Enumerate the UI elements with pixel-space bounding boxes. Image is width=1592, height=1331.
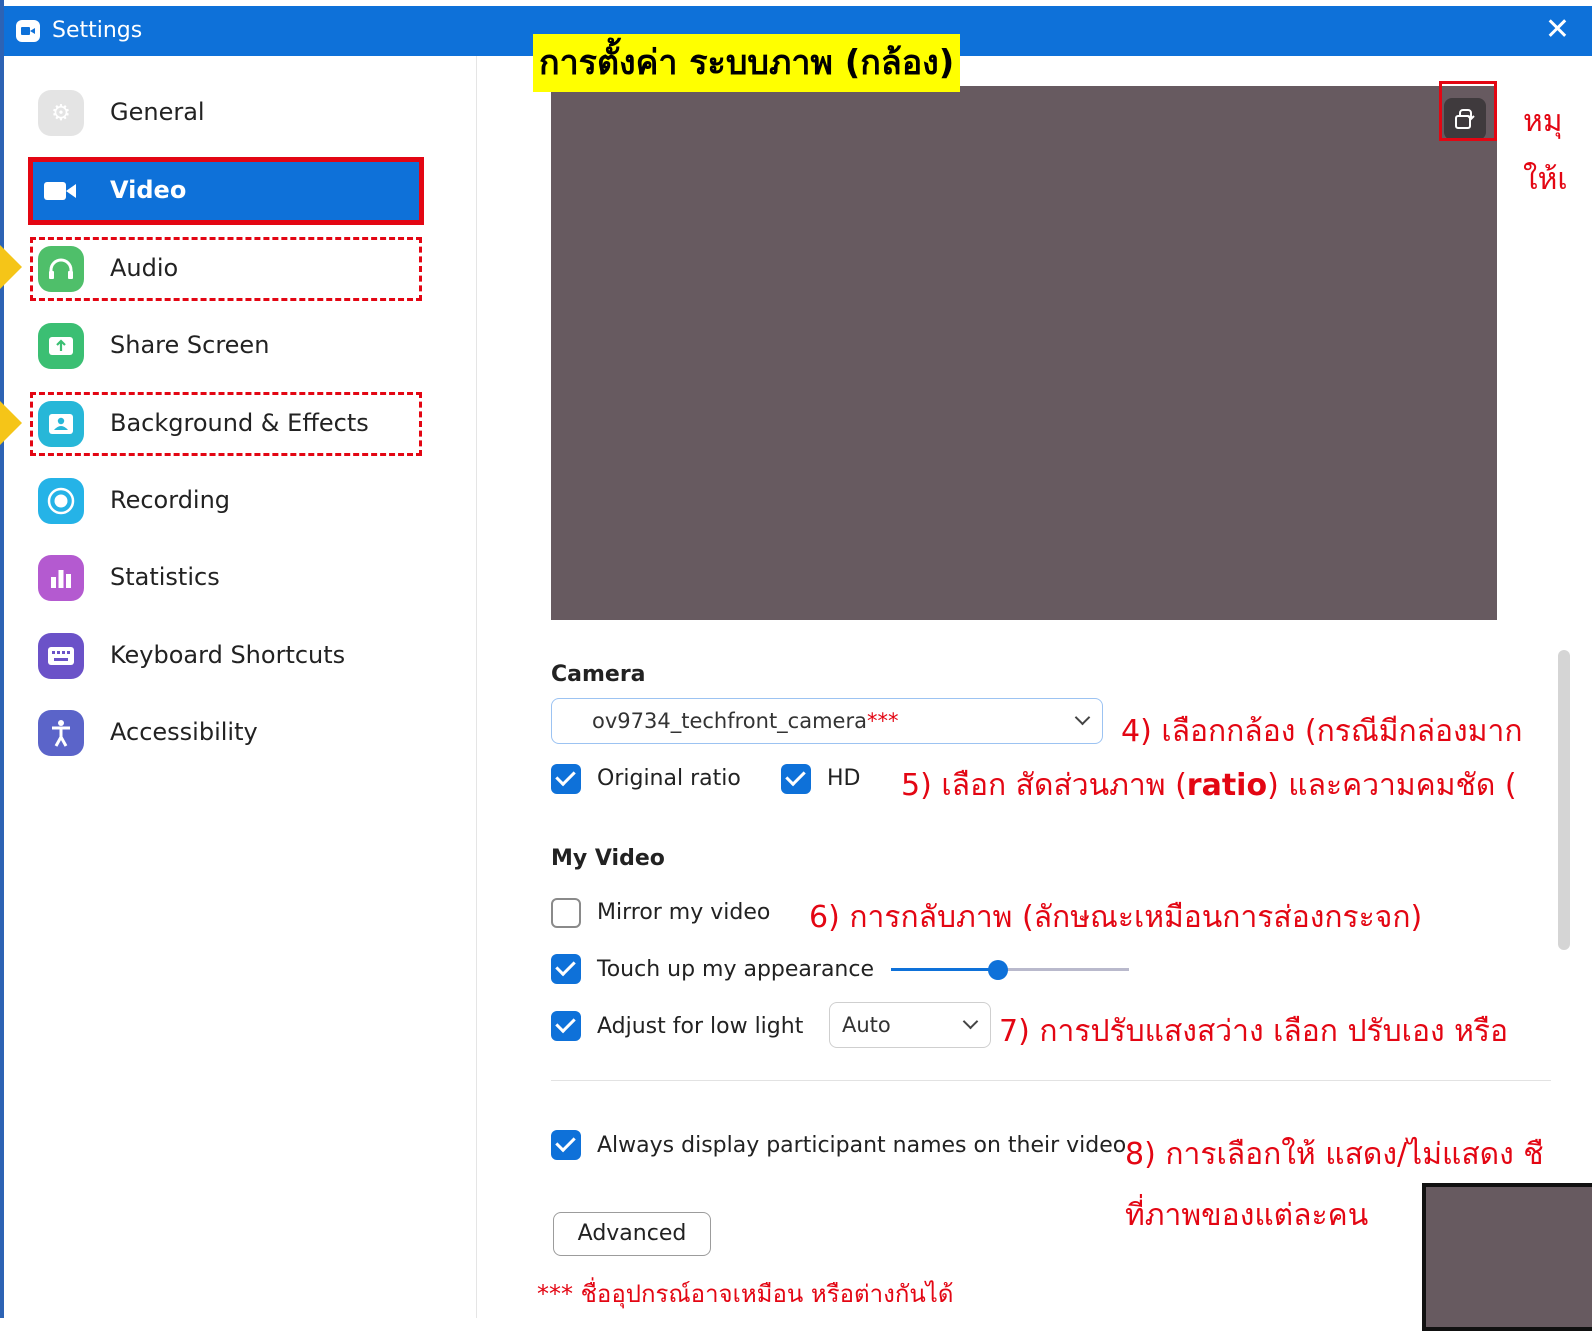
rotate-highlight-box xyxy=(1439,81,1497,141)
note-mirror: 6) การกลับภาพ (ลักษณะเหมือนการส่องกระจก) xyxy=(809,900,1423,935)
share-screen-icon xyxy=(38,323,84,369)
note-ratio-word: ratio xyxy=(1186,768,1268,803)
background-dashed-box xyxy=(30,392,422,456)
record-icon xyxy=(38,478,84,524)
accessibility-icon xyxy=(38,710,84,756)
page-heading: การตั้งค่า ระบบภาพ (กล้อง) xyxy=(533,34,961,92)
camera-select-value: ov9734_techfront_camera xyxy=(592,709,867,733)
sidebar-item-label: Accessibility xyxy=(110,718,258,746)
low-light-checkbox[interactable] xyxy=(551,1011,581,1041)
note-low-light: 7) การปรับแสงสว่าง เลือก ปรับเอง หรือ xyxy=(999,1014,1509,1049)
mirror-checkbox[interactable] xyxy=(551,898,581,928)
slider-knob[interactable] xyxy=(988,960,1008,980)
sidebar-item-label: Recording xyxy=(110,486,231,514)
note-display-names: 8) การเลือกให้ แสดง/ไม่แสดง ชื xyxy=(1125,1137,1544,1172)
audio-dashed-box xyxy=(30,237,422,301)
touch-up-slider[interactable] xyxy=(891,960,1129,980)
always-display-names-label: Always display participant names on thei… xyxy=(597,1133,1127,1158)
hd-label: HD xyxy=(827,766,861,791)
sidebar-item-label: Statistics xyxy=(110,563,220,591)
sidebar-item-keyboard-shortcuts[interactable]: Keyboard Shortcuts xyxy=(28,623,424,689)
sidebar-item-recording[interactable]: Recording xyxy=(28,468,424,534)
sidebar-item-accessibility[interactable]: Accessibility xyxy=(28,700,424,766)
video-settings-panel: การตั้งค่า ระบบภาพ (กล้อง) Camera ov9734… xyxy=(477,34,1592,1331)
advanced-button[interactable]: Advanced xyxy=(553,1212,711,1256)
low-light-mode-value: Auto xyxy=(842,1013,891,1037)
arrow-marker-icon xyxy=(0,245,22,289)
close-icon[interactable]: ✕ xyxy=(1545,12,1570,48)
note-select-camera: 4) เลือกกล้อง (กรณีมีกล่องมาก xyxy=(1121,714,1523,749)
settings-window: Settings ✕ ⚙ General Video Audio Share S… xyxy=(0,0,1592,1331)
always-display-names-checkbox[interactable] xyxy=(551,1130,581,1160)
mirror-label: Mirror my video xyxy=(597,900,771,925)
divider xyxy=(551,1080,1551,1081)
camera-preview xyxy=(551,86,1497,620)
note-ratio-hd: 5) เลือก สัดส่วนภาพ (ratio) และความคมชัด… xyxy=(901,762,1517,809)
note-footnote: *** ชื่ออุปกรณ์อาจเหมือน หรือต่างกันได้ xyxy=(537,1280,954,1308)
chevron-down-icon xyxy=(962,1013,979,1030)
camera-section-title: Camera xyxy=(551,662,646,687)
camera-stars: *** xyxy=(867,709,899,733)
sidebar-item-label: General xyxy=(110,98,205,126)
bar-chart-icon xyxy=(38,555,84,601)
original-ratio-label: Original ratio xyxy=(597,766,741,791)
low-light-label: Adjust for low light xyxy=(597,1014,804,1039)
note-ratio-part1: 5) เลือก สัดส่วนภาพ ( xyxy=(901,768,1187,803)
sidebar-item-statistics[interactable]: Statistics xyxy=(28,545,424,611)
chevron-down-icon xyxy=(1074,709,1091,726)
participant-thumbnail xyxy=(1422,1183,1592,1331)
low-light-mode-select[interactable]: Auto xyxy=(829,1002,991,1048)
slider-fill xyxy=(891,968,998,971)
original-ratio-checkbox[interactable] xyxy=(551,764,581,794)
arrow-marker-icon xyxy=(0,401,22,445)
note-ratio-part2: ) และความคมชัด ( xyxy=(1267,768,1517,803)
zoom-logo-icon xyxy=(16,20,40,42)
note-display-names-line2: ที่ภาพของแต่ละคน xyxy=(1125,1198,1369,1233)
note-rotate-line1: หมุ xyxy=(1523,104,1563,139)
window-title: Settings xyxy=(52,18,143,43)
gear-icon: ⚙ xyxy=(38,90,84,136)
scrollbar[interactable] xyxy=(1558,650,1570,950)
my-video-section-title: My Video xyxy=(551,846,665,871)
sidebar-item-label: Keyboard Shortcuts xyxy=(110,641,346,669)
sidebar-item-share-screen[interactable]: Share Screen xyxy=(28,313,424,379)
touch-up-label: Touch up my appearance xyxy=(597,957,875,982)
sidebar-item-label: Share Screen xyxy=(110,331,270,359)
video-highlight-box xyxy=(28,157,424,225)
sidebar-item-general[interactable]: ⚙ General xyxy=(28,80,424,146)
hd-checkbox[interactable] xyxy=(781,764,811,794)
touch-up-checkbox[interactable] xyxy=(551,954,581,984)
keyboard-icon xyxy=(38,633,84,679)
note-rotate-line2: ให้เ xyxy=(1523,162,1568,197)
camera-select[interactable]: ov9734_techfront_camera *** xyxy=(551,698,1103,744)
